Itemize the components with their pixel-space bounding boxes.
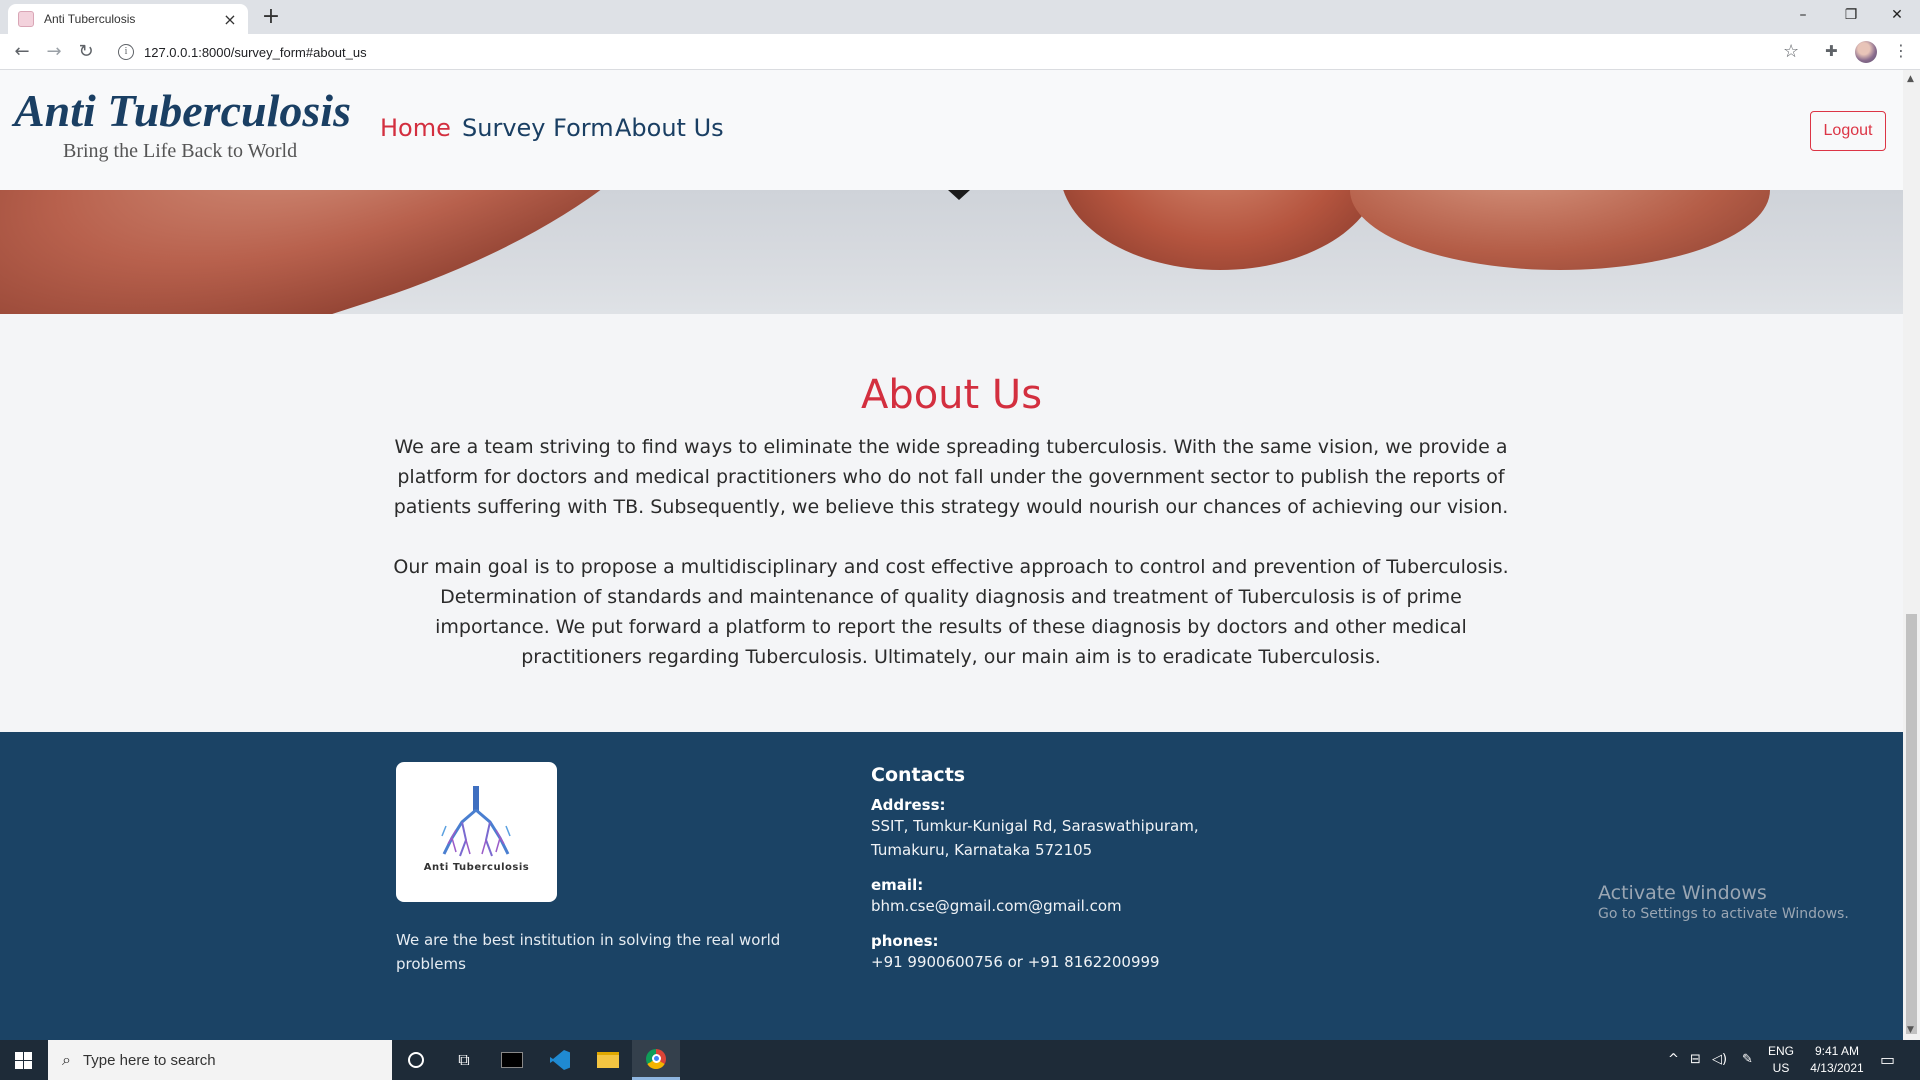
hero-hand-left: [0, 190, 727, 314]
windows-start-icon[interactable]: [0, 1040, 48, 1080]
browser-tab-bar: Anti Tuberculosis × + – ❐ ✕: [0, 0, 1920, 34]
reload-icon[interactable]: ↻: [72, 38, 100, 66]
about-paragraph-1: We are a team striving to find ways to e…: [393, 436, 1509, 518]
browser-menu-icon[interactable]: ⋮: [1893, 41, 1909, 60]
search-icon: ⌕: [62, 1050, 71, 1069]
tab-title: Anti Tuberculosis: [44, 12, 136, 26]
brand-subtitle: Bring the Life Back to World: [63, 140, 298, 162]
about-us-section: About Us We are a team striving to find …: [0, 314, 1903, 732]
page-scrollbar[interactable]: ▲ ▼: [1903, 70, 1920, 1040]
phones-label: phones:: [871, 932, 939, 950]
browser-tab[interactable]: Anti Tuberculosis ×: [8, 4, 248, 34]
brand-title[interactable]: Anti Tuberculosis: [14, 84, 351, 137]
network-icon[interactable]: ⊟: [1690, 1040, 1701, 1080]
chrome-icon[interactable]: [632, 1040, 680, 1080]
contacts-heading: Contacts: [871, 764, 966, 786]
site-navbar: Anti Tuberculosis Bring the Life Back to…: [0, 70, 1903, 190]
pen-icon[interactable]: ✎: [1742, 1040, 1753, 1080]
scroll-up-arrow-icon[interactable]: ▲: [1907, 74, 1914, 84]
forward-arrow-icon[interactable]: →: [40, 38, 68, 66]
search-placeholder: Type here to search: [82, 1051, 216, 1069]
nav-link-home[interactable]: Home: [380, 114, 451, 142]
about-paragraph-2: Our main goal is to propose a multidisci…: [393, 556, 1509, 668]
taskbar-clock[interactable]: 9:41 AM 4/13/2021: [1800, 1043, 1874, 1077]
hero-hand-center: [1060, 190, 1380, 270]
clock-time: 9:41 AM: [1814, 1044, 1860, 1058]
hero-hand-right: [1350, 190, 1770, 270]
terminal-icon[interactable]: [488, 1040, 536, 1080]
hero-image: [0, 190, 1903, 314]
taskbar-search-box[interactable]: ⌕ Type here to search: [48, 1040, 392, 1080]
address-line-2: Tumakuru, Karnataka 572105: [871, 841, 1093, 859]
task-view-icon[interactable]: ⧉: [440, 1040, 488, 1080]
new-tab-button[interactable]: +: [258, 3, 284, 31]
nav-link-survey-form[interactable]: Survey Form: [462, 114, 614, 142]
language-indicator[interactable]: ENG US: [1768, 1043, 1794, 1077]
close-window-button[interactable]: ✕: [1874, 0, 1920, 30]
activate-windows-watermark: Activate Windows Go to Settings to activ…: [1598, 882, 1849, 922]
scrollbar-thumb[interactable]: [1906, 614, 1917, 1034]
back-arrow-icon[interactable]: ←: [8, 38, 36, 66]
address-bar[interactable]: i 127.0.0.1:8000/survey_form#about_us: [108, 38, 1788, 66]
scroll-down-arrow-icon[interactable]: ▼: [1907, 1025, 1914, 1035]
lungs-icon: [441, 786, 511, 857]
tab-close-icon[interactable]: ×: [222, 10, 238, 29]
url-text[interactable]: 127.0.0.1:8000/survey_form#about_us: [144, 45, 367, 60]
browser-toolbar: ← → ↻ i 127.0.0.1:8000/survey_form#about…: [0, 34, 1920, 70]
restore-button[interactable]: ❐: [1828, 0, 1874, 30]
site-info-icon[interactable]: i: [118, 44, 134, 60]
file-explorer-icon[interactable]: [584, 1040, 632, 1080]
watermark-line-1: Activate Windows: [1598, 882, 1767, 904]
email-value: bhm.cse@gmail.com@gmail.com: [871, 897, 1122, 915]
hero-dark-tip: [948, 190, 970, 200]
volume-icon[interactable]: ◁): [1712, 1040, 1727, 1080]
vscode-icon[interactable]: [536, 1040, 584, 1080]
phones-value: +91 9900600756 or +91 8162200999: [871, 953, 1160, 971]
windows-taskbar: ⌕ Type here to search ⧉ ^ ⊟ ◁) ✎ ENG US …: [0, 1040, 1920, 1080]
lang-line-1: ENG: [1768, 1044, 1795, 1058]
address-label: Address:: [871, 796, 946, 814]
logo-text: Anti Tuberculosis: [423, 862, 530, 873]
cortana-icon[interactable]: [392, 1040, 440, 1080]
tray-chevron-icon[interactable]: ^: [1668, 1040, 1679, 1080]
extensions-puzzle-icon[interactable]: ✚: [1825, 42, 1838, 60]
footer-logo: Anti Tuberculosis: [396, 762, 557, 902]
clock-date: 4/13/2021: [1810, 1061, 1864, 1075]
email-label: email:: [871, 876, 924, 894]
minimize-button[interactable]: –: [1780, 0, 1826, 30]
nav-link-about-us[interactable]: About Us: [615, 114, 724, 142]
footer-description: We are the best institution in solving t…: [396, 931, 781, 973]
contacts-block: Contacts Address: SSIT, Tumkur-Kunigal R…: [871, 764, 1291, 974]
notifications-icon[interactable]: ▭: [1880, 1040, 1895, 1080]
bookmark-star-icon[interactable]: ☆: [1783, 41, 1799, 62]
about-us-heading: About Us: [860, 372, 1043, 418]
address-line-1: SSIT, Tumkur-Kunigal Rd, Saraswathipuram…: [871, 817, 1199, 835]
watermark-line-2: Go to Settings to activate Windows.: [1598, 906, 1849, 922]
lang-line-2: US: [1772, 1061, 1790, 1075]
profile-avatar[interactable]: [1855, 41, 1877, 63]
site-favicon-icon: [18, 11, 34, 27]
logout-button[interactable]: Logout: [1810, 111, 1886, 151]
